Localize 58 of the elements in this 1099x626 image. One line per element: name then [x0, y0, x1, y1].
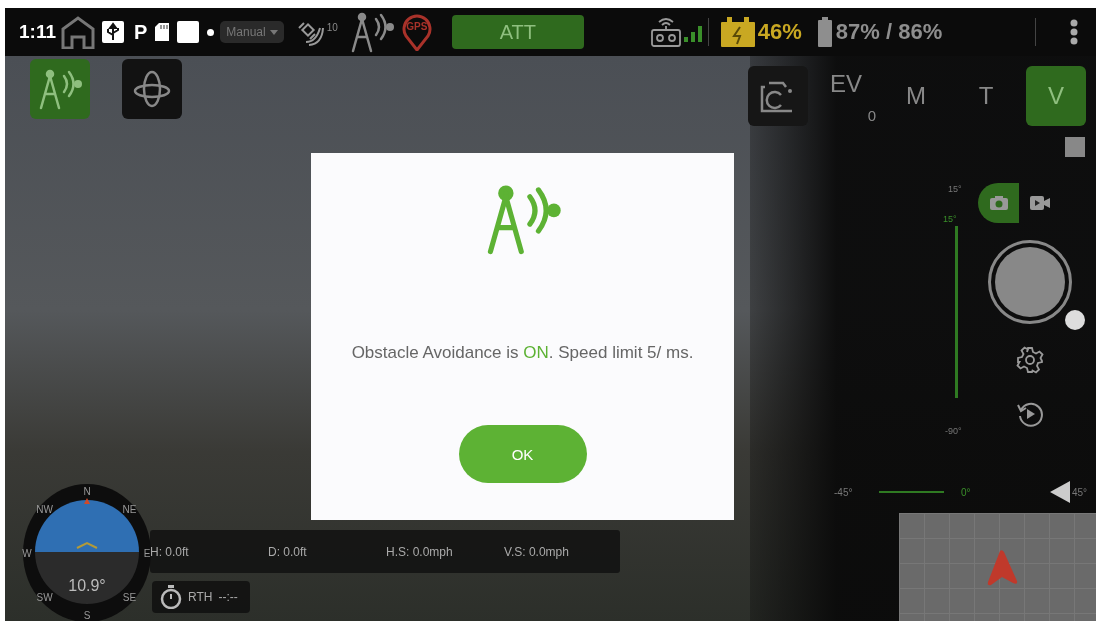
compass-direction-label: SE [122, 591, 137, 603]
heading-text: 10.9° [68, 577, 106, 595]
pitch-current-label: 15° [943, 214, 957, 224]
telemetry-reading: H: 0.0ft [150, 544, 190, 559]
hd-camera-button[interactable] [748, 66, 808, 126]
telemetry-reading: V.S: 0.0mph [504, 544, 570, 559]
dialog-message: Obstacle Avoidance is ON. Speed limit 5/ ms. [350, 342, 695, 364]
mode-button[interactable]: V [1026, 66, 1086, 126]
yaw-min-label: -45° [834, 487, 853, 498]
caret-icon [269, 29, 278, 35]
obstacle-avoidance-button[interactable] [30, 59, 90, 119]
video-camera-icon [1029, 196, 1050, 210]
dot-icon [207, 28, 215, 36]
satellite-count: 10 [326, 21, 338, 33]
triangle-pointer-icon [1050, 481, 1070, 503]
gimbal-icon [132, 69, 172, 109]
replay-icon[interactable] [1016, 400, 1044, 428]
flight-mode-dropdown[interactable]: Manual [220, 21, 284, 43]
compass-direction-label: E [143, 547, 151, 559]
exposure-button[interactable]: EV 0 [830, 68, 876, 124]
mode-button[interactable]: M [886, 66, 946, 126]
sd-card-icon [155, 23, 170, 41]
pitch-max-label: 15° [948, 184, 962, 194]
ok-button[interactable]: OK [458, 425, 587, 483]
pitch-min-label: -90° [945, 426, 962, 436]
camera-icon [989, 196, 1008, 210]
photo-mode-button[interactable] [978, 183, 1019, 223]
more-menu-icon[interactable] [1070, 19, 1078, 45]
controller-battery-icon [720, 17, 755, 47]
yaw-center-label: 0° [961, 487, 971, 498]
rth-time: --:-- [218, 590, 238, 604]
yaw-scale-bar [879, 491, 944, 493]
gps-label: GPS [405, 21, 429, 32]
telemetry-reading: H.S: 0.0mph [386, 544, 454, 559]
time-text: 1:11 [19, 21, 56, 43]
compass-direction-label: S [83, 609, 91, 621]
aircraft-battery-text: 87% / 86% [835, 19, 943, 45]
yaw-max-label: 45° [1072, 487, 1088, 498]
compass-direction-label: SW [36, 591, 53, 603]
aircraft-battery-icon [817, 17, 832, 47]
telemetry-reading: D: 0.0ft [268, 544, 308, 559]
mode-button[interactable]: T [956, 66, 1016, 126]
compass-direction-label: N [83, 485, 91, 497]
square-icon [177, 21, 200, 43]
gps-pin-icon [401, 13, 432, 51]
mode-letter: P [134, 20, 148, 44]
aircraft-arrow-icon [986, 549, 1018, 587]
compass-direction-label: NE [122, 503, 137, 515]
gimbal-button[interactable] [122, 59, 182, 119]
attitude-mode-indicator[interactable]: ATT [451, 15, 584, 49]
compass-direction-label: NW [36, 503, 53, 515]
settings-icon[interactable] [1016, 346, 1044, 374]
rth-label: RTH [188, 590, 213, 604]
home-icon [60, 15, 96, 49]
compass-direction-label: W [22, 547, 32, 559]
controller-battery-text: 46% [757, 19, 802, 45]
stopwatch-icon [160, 585, 182, 609]
remote-controller-icon [649, 16, 682, 48]
